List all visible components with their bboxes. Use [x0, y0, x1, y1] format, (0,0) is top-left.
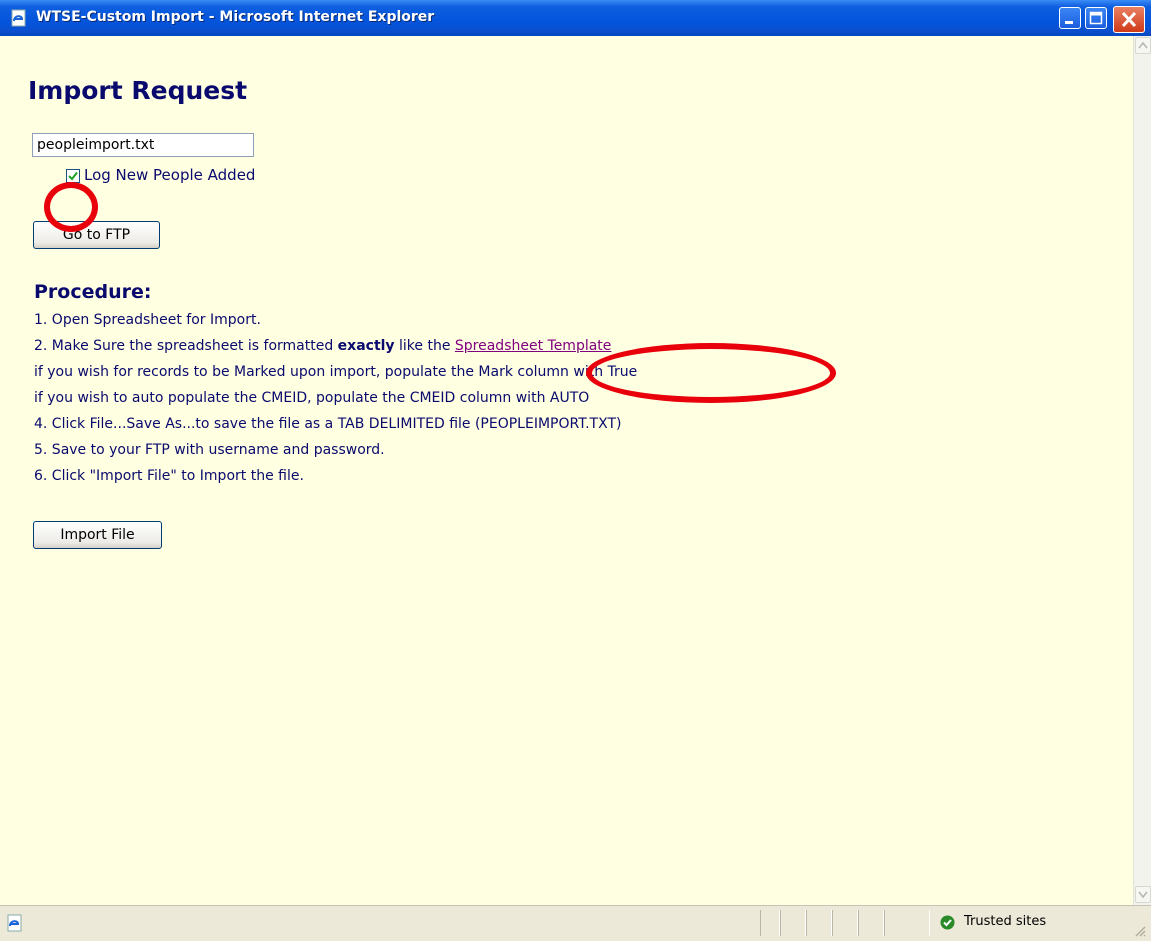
status-pane [806, 910, 832, 936]
status-bar: Trusted sites [0, 905, 1151, 941]
close-icon [1121, 11, 1137, 28]
step-emphasis: exactly [337, 338, 395, 354]
scroll-up-button[interactable] [1135, 37, 1151, 54]
checkmark-icon [68, 171, 78, 181]
log-new-people-checkbox[interactable] [66, 169, 80, 183]
maximize-button[interactable] [1085, 7, 1107, 29]
procedure-step: 2. Make Sure the spreadsheet is formatte… [34, 336, 637, 362]
browser-window: WTSE-Custom Import - Microsoft Internet … [0, 0, 1151, 941]
vertical-scrollbar[interactable] [1133, 36, 1151, 905]
minimize-icon [1065, 21, 1073, 24]
ie-page-icon [7, 914, 22, 932]
maximize-icon [1089, 11, 1103, 25]
page-content: Import Request Log New People Added Go t… [0, 36, 1133, 905]
procedure-step: 5. Save to your FTP with username and pa… [34, 442, 385, 458]
up-arrow-icon [1138, 41, 1148, 49]
status-pane [780, 910, 806, 936]
status-pane [884, 910, 930, 936]
step-text: 2. Make Sure the spreadsheet is formatte… [34, 338, 338, 354]
procedure-step: 4. Click File...Save As...to save the fi… [34, 416, 622, 432]
procedure-step: if you wish for records to be Marked upo… [34, 364, 638, 380]
import-file-button[interactable]: Import File [33, 521, 162, 549]
step-text: like the [394, 338, 455, 354]
security-zone-label: Trusted sites [964, 914, 1047, 929]
window-title: WTSE-Custom Import - Microsoft Internet … [36, 9, 435, 25]
status-pane [858, 910, 884, 936]
procedure-heading: Procedure: [34, 281, 152, 303]
procedure-steps: 1. Open Spreadsheet for Import. 2. Make … [34, 310, 637, 492]
log-new-people-label: Log New People Added [84, 166, 256, 184]
go-to-ftp-button[interactable]: Go to FTP [33, 221, 160, 249]
minimize-button[interactable] [1059, 7, 1081, 29]
procedure-step: if you wish to auto populate the CMEID, … [34, 390, 590, 406]
title-bar[interactable]: WTSE-Custom Import - Microsoft Internet … [0, 0, 1151, 36]
down-arrow-icon [1138, 891, 1148, 899]
status-pane [832, 910, 858, 936]
procedure-step: 1. Open Spreadsheet for Import. [34, 312, 261, 328]
close-button[interactable] [1113, 6, 1145, 33]
trusted-sites-check-icon [940, 915, 955, 930]
scroll-down-button[interactable] [1135, 886, 1151, 903]
ie-page-icon [11, 9, 26, 27]
spreadsheet-template-link[interactable]: Spreadsheet Template [455, 338, 612, 354]
import-file-name-input[interactable] [32, 133, 254, 157]
resize-grip-icon[interactable] [1133, 924, 1147, 938]
page-title: Import Request [28, 76, 248, 105]
status-pane [760, 910, 780, 936]
security-zone[interactable]: Trusted sites [940, 912, 1130, 934]
procedure-step: 6. Click "Import File" to Import the fil… [34, 468, 304, 484]
